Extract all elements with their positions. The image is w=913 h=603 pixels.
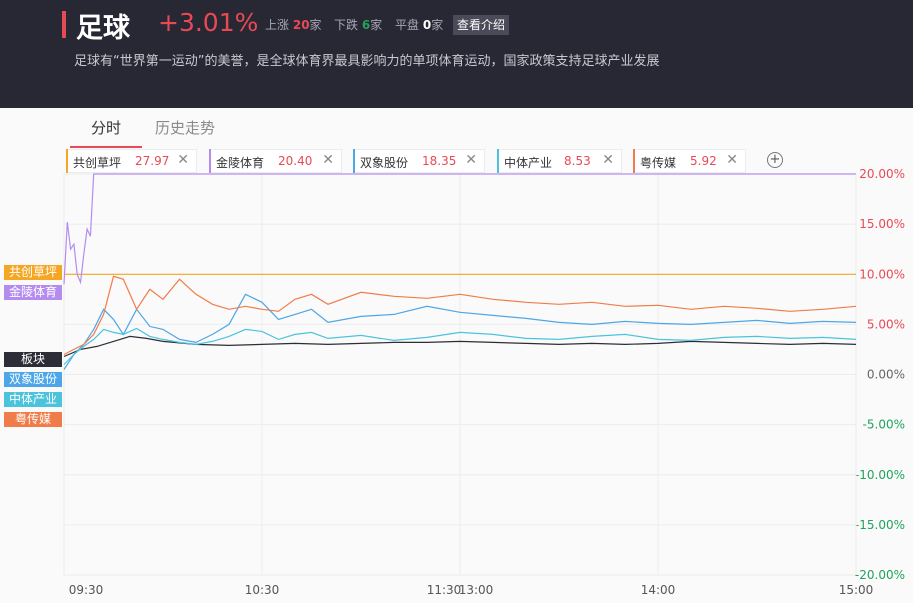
x-tick-label: 13:00: [459, 583, 494, 597]
series-tag: 粤传媒: [4, 412, 62, 427]
y-tick-label: 0.00%: [867, 368, 905, 382]
y-tick-label: -15.00%: [855, 518, 905, 532]
series-tag: 双象股份: [4, 372, 62, 387]
y-tick-label: -5.00%: [863, 418, 905, 432]
series-tag: 共创草坪: [4, 265, 62, 280]
x-tick-label: 14:00: [641, 583, 676, 597]
x-tick-label: 09:30: [69, 583, 104, 597]
y-tick-label: 20.00%: [859, 167, 905, 181]
x-tick-label: 11:30: [427, 583, 462, 597]
intraday-chart: 20.00% 15.00% 10.00% 5.00% 0.00% -5.00% -10.00…: [63, 167, 905, 597]
y-tick-label: 5.00%: [867, 317, 905, 331]
x-tick-label: 10:30: [245, 583, 280, 597]
y-tick-label: -10.00%: [855, 468, 905, 482]
x-tick-label: 15:00: [839, 583, 874, 597]
y-tick-label: 15.00%: [859, 217, 905, 231]
y-tick-label: 10.00%: [859, 267, 905, 281]
series-tag: 板块: [4, 352, 62, 367]
y-tick-label: -20.00%: [855, 568, 905, 582]
series-tag: 中体产业: [4, 392, 62, 407]
series-tag: 金陵体育: [4, 285, 62, 300]
